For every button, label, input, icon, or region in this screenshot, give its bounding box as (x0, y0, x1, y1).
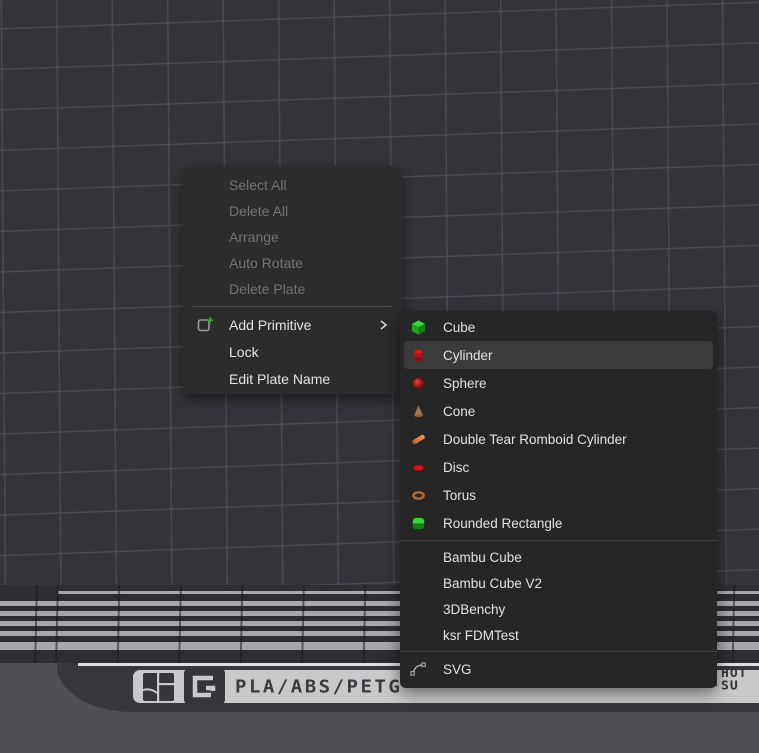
submenu-item-label: Bambu Cube V2 (443, 576, 542, 591)
rounded-rectangle-icon (410, 515, 427, 532)
menu-item-auto-rotate: Auto Rotate (183, 250, 402, 276)
submenu-item-label: Sphere (443, 376, 487, 391)
torus-icon (410, 487, 427, 504)
submenu-item-sphere[interactable]: Sphere (400, 369, 717, 397)
menu-item-lock[interactable]: Lock (183, 338, 402, 365)
context-menu: Select All Delete All Arrange Auto Rotate De… (183, 166, 402, 394)
menu-item-label: Arrange (229, 229, 279, 245)
disc-icon (410, 459, 427, 476)
submenu-item-cylinder[interactable]: Cylinder (404, 341, 713, 369)
chevron-right-icon (376, 318, 390, 332)
menu-item-label: Delete All (229, 203, 288, 219)
submenu-item-label: 3DBenchy (443, 602, 505, 617)
bambu-logo-icon (143, 673, 174, 701)
submenu-item-disc[interactable]: Disc (400, 453, 717, 481)
submenu-item-cone[interactable]: Cone (400, 397, 717, 425)
submenu-item-label: Rounded Rectangle (443, 516, 562, 531)
plate-type-logo-icon (184, 669, 225, 704)
submenu-item-svg[interactable]: SVG (400, 655, 717, 683)
menu-separator (193, 306, 392, 307)
submenu-item-label: Disc (443, 460, 469, 475)
svg-bezier-icon (410, 660, 427, 678)
submenu-item-label: ksr FDMTest (443, 628, 519, 643)
menu-item-label: Edit Plate Name (229, 371, 330, 387)
add-primitive-icon (195, 315, 215, 334)
slicer-window: PLA/ABS/PETG HOT SU Select AllDelete All… (0, 0, 759, 753)
menu-item-edit-plate-name[interactable]: Edit Plate Name (183, 365, 402, 392)
cube-icon (410, 319, 427, 336)
cone-icon (410, 403, 427, 420)
menu-item-label: Select All (229, 177, 287, 193)
sphere-icon (410, 375, 427, 392)
submenu-item-label: SVG (443, 662, 472, 677)
menu-item-label: Delete Plate (229, 281, 305, 297)
submenu-item-rounded-rectangle[interactable]: Rounded Rectangle (400, 509, 717, 537)
submenu-item-label: Double Tear Romboid Cylinder (443, 432, 627, 447)
menu-item-arrange: Arrange (183, 224, 402, 250)
submenu-item-label: Cylinder (443, 348, 493, 363)
submenu-item-label: Torus (443, 488, 476, 503)
plate-material-label: PLA/ABS/PETG (235, 676, 402, 696)
warning-text-line2: SU (721, 679, 739, 693)
submenu-item-ksr-fdmtest[interactable]: ksr FDMTest (400, 622, 717, 648)
submenu-item-label: Cube (443, 320, 475, 335)
submenu-item-3dbenchy[interactable]: 3DBenchy (400, 596, 717, 622)
menu-item-label: Lock (229, 344, 259, 360)
submenu-item-bambu-cube-v2[interactable]: Bambu Cube V2 (400, 570, 717, 596)
submenu-item-torus[interactable]: Torus (400, 481, 717, 509)
submenu-item-bambu-cube[interactable]: Bambu Cube (400, 544, 717, 570)
submenu-separator (400, 540, 717, 541)
submenu-item-label: Bambu Cube (443, 550, 522, 565)
cylinder-icon (410, 347, 427, 364)
menu-item-delete-all: Delete All (183, 198, 402, 224)
submenu-item-cube[interactable]: Cube (400, 313, 717, 341)
submenu-separator (400, 651, 717, 652)
menu-item-delete-plate: Delete Plate (183, 276, 402, 302)
add-primitive-submenu: Cube Cylinder Sphere Cone Double Tear Ro… (400, 311, 717, 688)
romboid-cylinder-icon (410, 431, 427, 448)
menu-item-select-all: Select All (183, 172, 402, 198)
submenu-item-double-tear-romboid-cylinder[interactable]: Double Tear Romboid Cylinder (400, 425, 717, 453)
menu-item-label: Add Primitive (229, 317, 311, 333)
submenu-item-label: Cone (443, 404, 475, 419)
menu-item-add-primitive[interactable]: Add Primitive (183, 311, 402, 338)
menu-item-label: Auto Rotate (229, 255, 303, 271)
